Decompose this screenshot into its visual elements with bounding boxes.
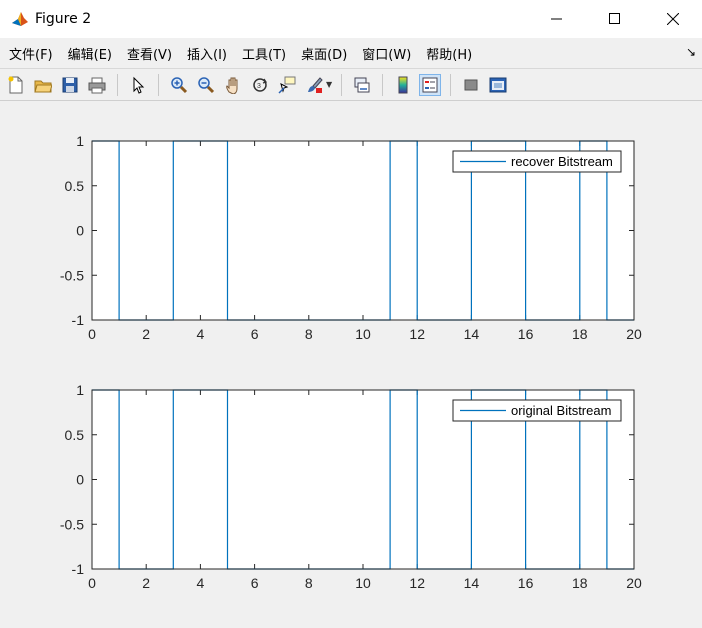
axes-1-ytick-label: -1 bbox=[72, 312, 85, 328]
axes-1-ytick-label: 0.5 bbox=[65, 178, 85, 194]
zoom-in-icon[interactable] bbox=[168, 74, 190, 96]
toolbar-separator bbox=[382, 73, 384, 96]
axes-2-xtick-label: 18 bbox=[572, 575, 588, 591]
rotate-3d-icon[interactable]: 3 bbox=[249, 74, 271, 96]
axes-2-xtick-label: 8 bbox=[305, 575, 313, 591]
menu-desktop[interactable]: 桌面(D) bbox=[295, 44, 353, 63]
minimize-icon bbox=[551, 18, 562, 20]
link-plot-icon[interactable] bbox=[351, 74, 373, 96]
maximize-icon bbox=[609, 13, 620, 24]
show-plot-tools-icon[interactable] bbox=[487, 74, 509, 96]
axes-1-legend-label: recover Bitstream bbox=[511, 154, 613, 169]
axes-2-ytick-label: 0.5 bbox=[65, 427, 85, 443]
brush-dropdown-icon[interactable]: ▼ bbox=[326, 80, 332, 89]
toolbar-separator bbox=[117, 73, 118, 96]
menu-file[interactable]: 文件(F) bbox=[3, 44, 59, 63]
menu-view[interactable]: 查看(V) bbox=[121, 44, 178, 63]
figure-canvas[interactable]: 0 2 4 6 8 10 12 14 16 18 2010.50-0.5-1recover Bits… bbox=[0, 100, 702, 626]
hide-plot-tools-icon[interactable] bbox=[460, 74, 482, 96]
axes-2-xtick-label: 10 bbox=[355, 575, 371, 591]
axes-2-xtick-label: 4 bbox=[197, 575, 205, 591]
axes-2-ytick-label: -0.5 bbox=[60, 516, 84, 532]
axes-1-ytick-label: 0 bbox=[76, 223, 84, 239]
axes-2-xtick-label: 14 bbox=[464, 575, 480, 591]
menu-help[interactable]: 帮助(H) bbox=[420, 44, 478, 63]
axes-1-ytick-label: -0.5 bbox=[60, 267, 84, 283]
save-icon[interactable] bbox=[59, 74, 81, 96]
axes-1-xtick-label: 18 bbox=[572, 326, 588, 342]
axes-2-ytick-label: 0 bbox=[76, 472, 84, 488]
axes-1-xtick-label: 10 bbox=[355, 326, 371, 342]
zoom-out-icon[interactable] bbox=[195, 74, 217, 96]
matlab-logo-icon bbox=[11, 10, 29, 28]
open-folder-icon[interactable] bbox=[32, 74, 54, 96]
pointer-icon[interactable] bbox=[127, 74, 149, 96]
toolbar-separator bbox=[450, 73, 452, 96]
pan-hand-icon[interactable] bbox=[222, 74, 244, 96]
figure-toolbar: 3 ▼ bbox=[0, 68, 702, 101]
axes-1-xtick-label: 0 bbox=[88, 326, 96, 342]
axes-1-xtick-label: 12 bbox=[409, 326, 425, 342]
axes-2-xtick-label: 0 bbox=[88, 575, 96, 591]
axes-1-xtick-label: 16 bbox=[518, 326, 534, 342]
window-title: Figure 2 bbox=[35, 11, 92, 27]
close-button[interactable] bbox=[644, 0, 702, 38]
toolbar-separator bbox=[341, 73, 343, 96]
menu-edit[interactable]: 编辑(E) bbox=[62, 44, 118, 63]
axes-2-xtick-label: 20 bbox=[626, 575, 642, 591]
axes-1-xtick-label: 4 bbox=[197, 326, 205, 342]
data-cursor-icon[interactable] bbox=[276, 74, 298, 96]
brush-icon[interactable] bbox=[303, 74, 325, 96]
close-icon bbox=[667, 13, 679, 25]
colorbar-icon[interactable] bbox=[392, 74, 414, 96]
axes-2-xtick-label: 6 bbox=[251, 575, 259, 591]
axes-2-ytick-label: -1 bbox=[72, 561, 85, 577]
legend-icon[interactable] bbox=[419, 73, 442, 96]
minimize-button[interactable] bbox=[528, 0, 586, 38]
axes-2-legend-label: original Bitstream bbox=[511, 403, 611, 418]
menu-bar: 文件(F) 编辑(E) 查看(V) 插入(I) 工具(T) 桌面(D) 窗口(W… bbox=[0, 40, 702, 66]
maximize-button[interactable] bbox=[586, 0, 644, 38]
axes-2-xtick-label: 16 bbox=[518, 575, 534, 591]
new-file-icon[interactable] bbox=[5, 74, 27, 96]
axes-1-xtick-label: 8 bbox=[305, 326, 313, 342]
axes-1-xtick-label: 14 bbox=[464, 326, 480, 342]
axes-1-xtick-label: 2 bbox=[142, 326, 150, 342]
menu-insert[interactable]: 插入(I) bbox=[181, 44, 233, 63]
axes-2-ytick-label: 1 bbox=[76, 382, 84, 398]
axes-2-xtick-label: 12 bbox=[409, 575, 425, 591]
dock-arrow-icon[interactable]: ↘ bbox=[686, 45, 696, 59]
axes-1-xtick-label: 20 bbox=[626, 326, 642, 342]
svg-text:3: 3 bbox=[257, 83, 261, 90]
menu-tools[interactable]: 工具(T) bbox=[236, 44, 292, 63]
axes-1-ytick-label: 1 bbox=[76, 133, 84, 149]
axes-1-xtick-label: 6 bbox=[251, 326, 259, 342]
print-icon[interactable] bbox=[86, 74, 108, 96]
title-bar: Figure 2 bbox=[0, 0, 702, 38]
toolbar-separator bbox=[158, 73, 159, 96]
menu-window[interactable]: 窗口(W) bbox=[356, 44, 417, 63]
axes-2-xtick-label: 2 bbox=[142, 575, 150, 591]
